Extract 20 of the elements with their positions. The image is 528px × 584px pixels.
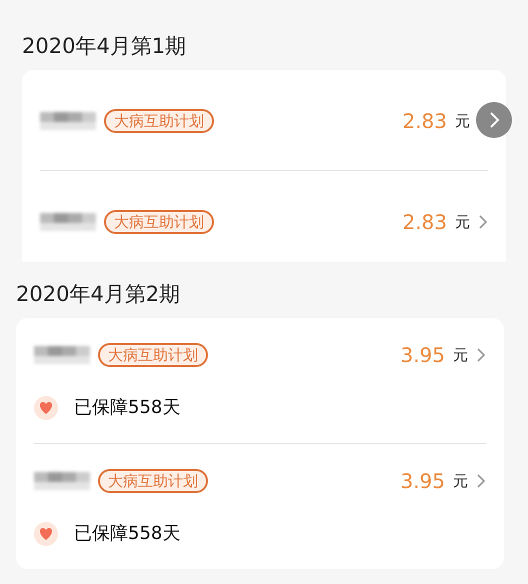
amount: 3.95 [400,342,445,369]
currency-unit: 元 [455,212,470,233]
plan-tag: 大病互助计划 [98,343,208,367]
plan-tag: 大病互助计划 [104,210,214,234]
currency-unit: 元 [453,344,468,366]
coverage-text: 已保障558天 [74,522,180,546]
plan-tag: 大病互助计划 [98,469,208,493]
amount: 2.83 [402,209,447,236]
amount: 3.95 [400,468,445,495]
coverage-text: 已保障558天 [74,396,180,420]
currency-unit: 元 [455,110,470,132]
next-button[interactable] [476,102,512,138]
period-title: 2020年4月第2期 [15,281,182,308]
amount: 2.83 [402,108,447,135]
currency-unit: 元 [453,470,468,492]
plan-tag: 大病互助计划 [104,109,214,133]
chevron-icon[interactable] [478,215,488,229]
period-title: 2020年4月第1期 [21,33,188,60]
chevron-icon[interactable] [476,474,486,488]
chevron-icon[interactable] [476,348,486,362]
